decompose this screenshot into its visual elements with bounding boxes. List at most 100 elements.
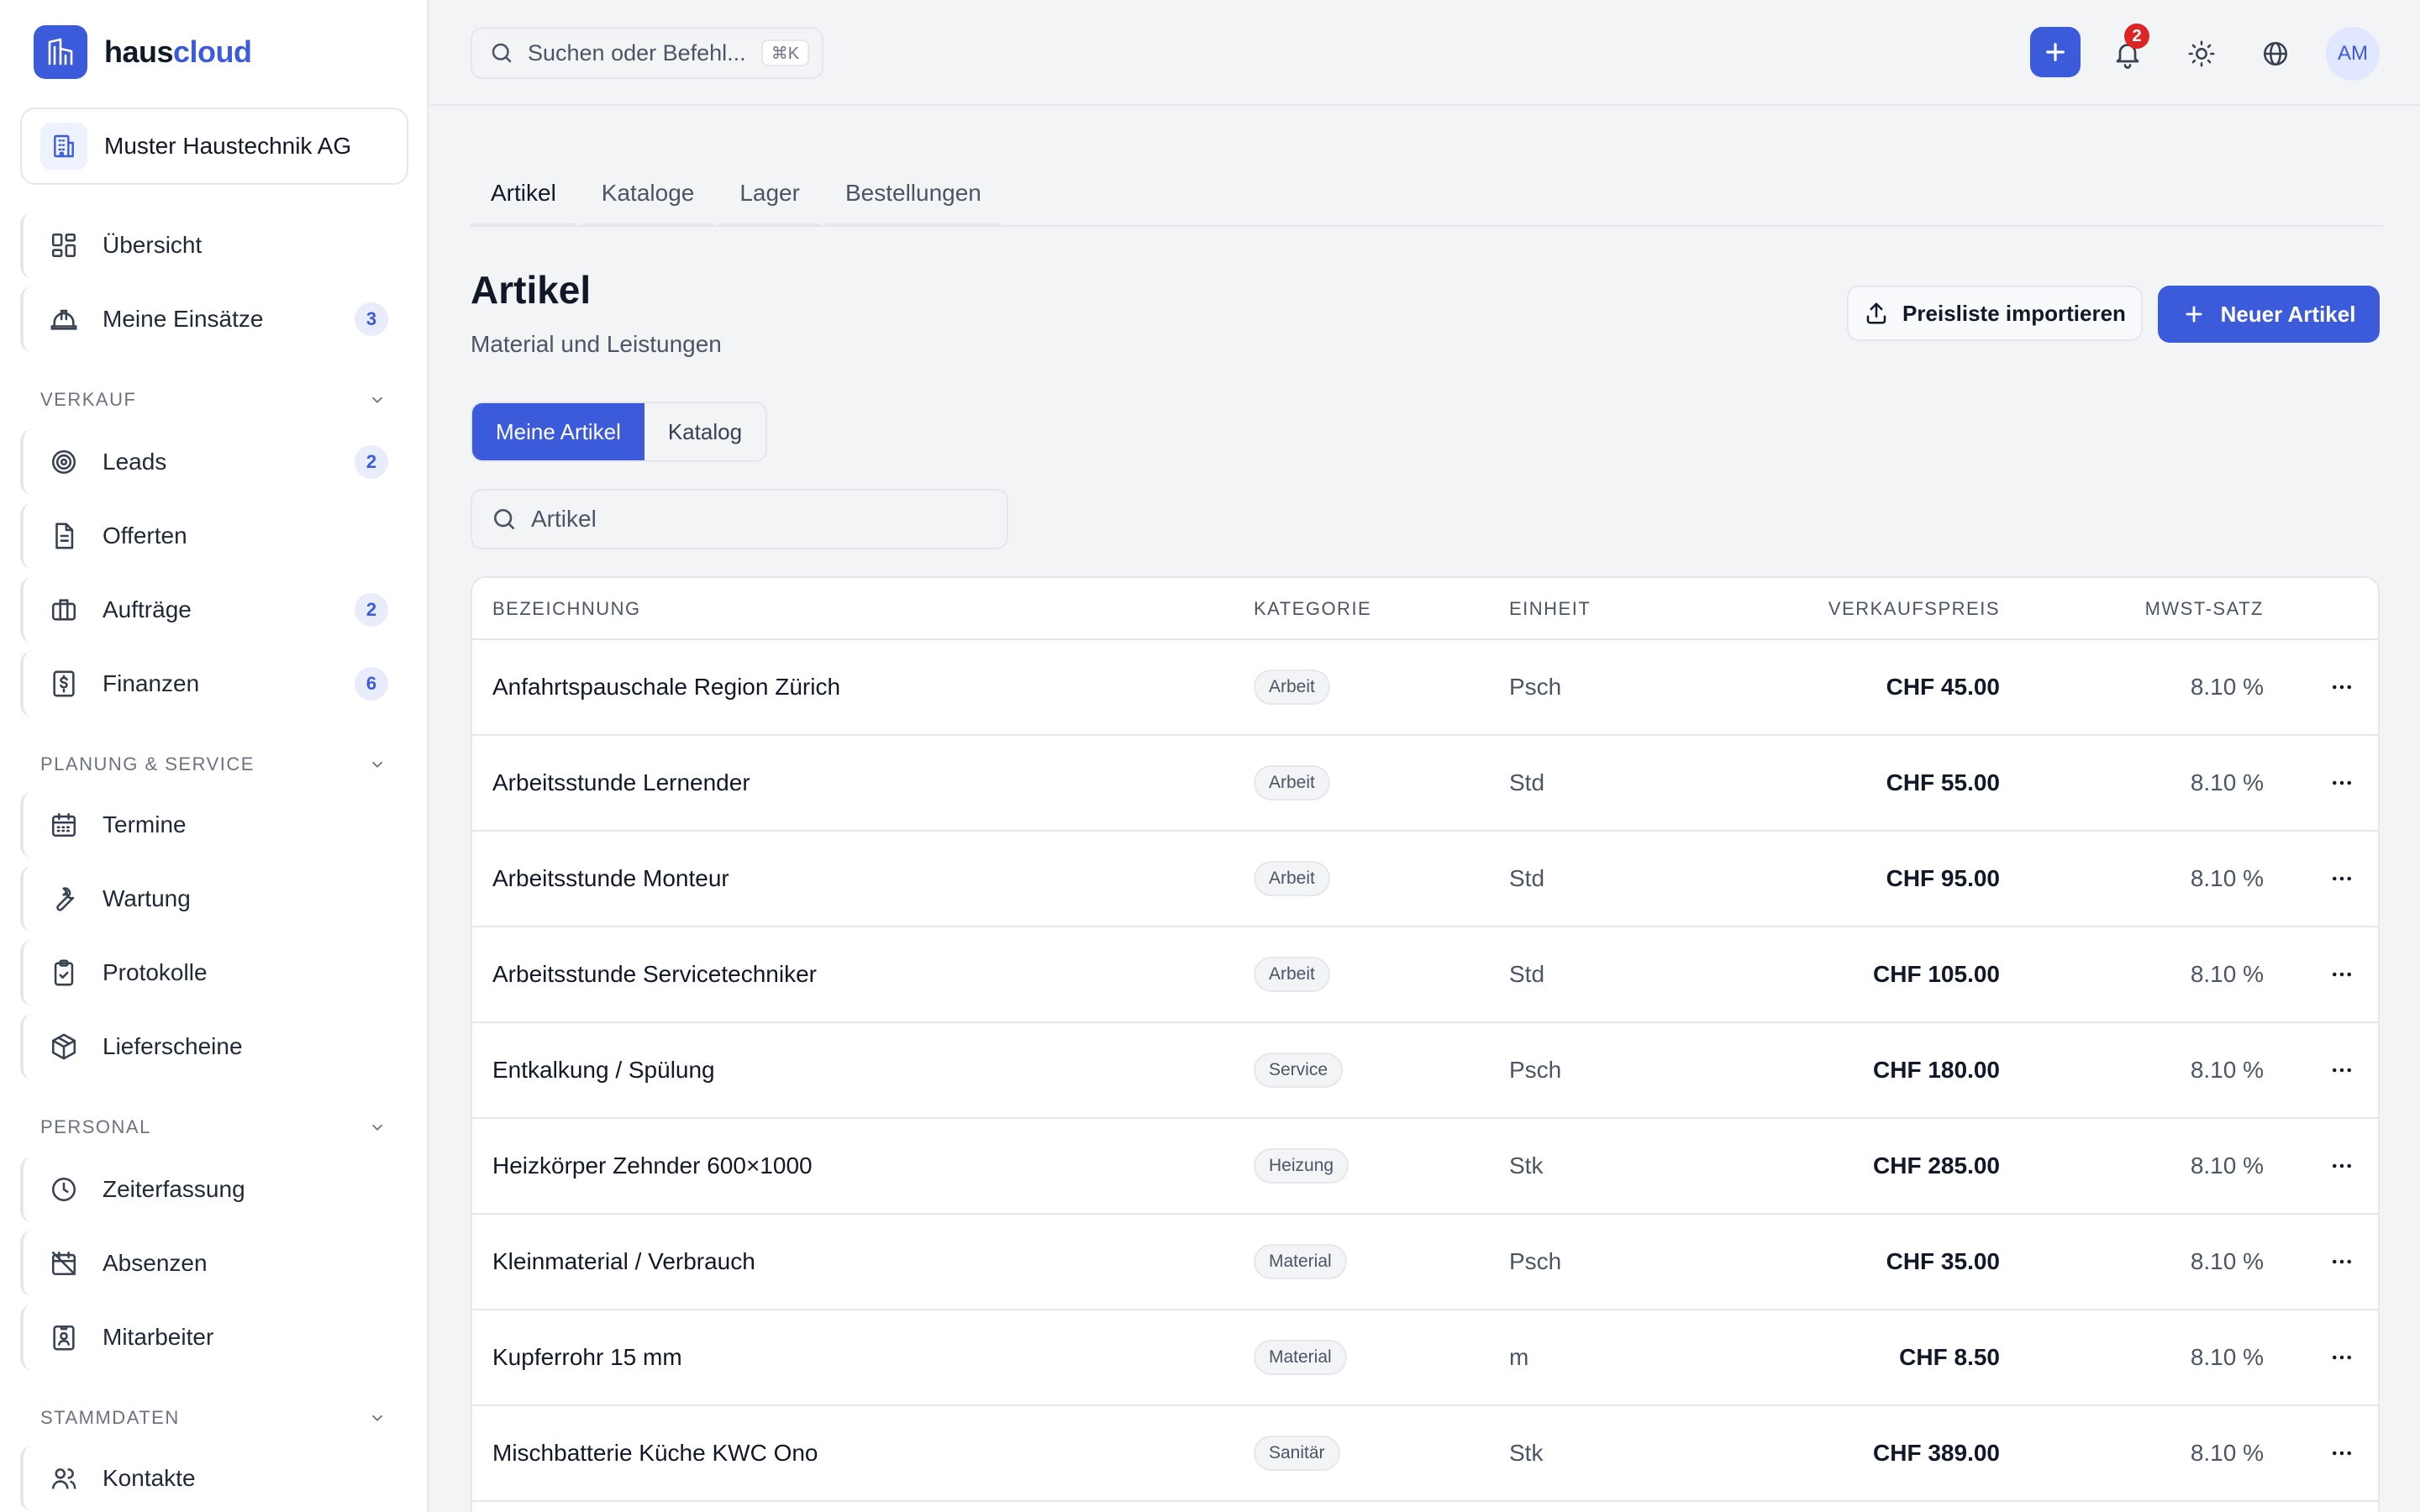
briefcase-icon: [47, 593, 81, 627]
section-title: VERKAUF: [40, 389, 137, 410]
theme-toggle-button[interactable]: [2176, 29, 2227, 79]
chevron-down-icon: [368, 391, 387, 409]
button-label: Preisliste importieren: [1902, 300, 2126, 326]
sidebar-item-meine-einsaetze[interactable]: Meine Einsätze 3: [20, 286, 408, 352]
segment-meine-artikel[interactable]: Meine Artikel: [472, 403, 644, 460]
row-actions-button[interactable]: [2321, 1406, 2363, 1500]
row-actions-button[interactable]: [2321, 832, 2363, 926]
building-icon: [40, 123, 87, 170]
tab-lager[interactable]: Lager: [719, 165, 820, 227]
section-planung-service[interactable]: PLANUNG & SERVICE: [40, 748, 387, 781]
sidebar-item-label: Protokolle: [103, 959, 208, 985]
count-badge: 3: [355, 302, 388, 336]
table-row[interactable]: Entkalkung / Spülung Service Psch CHF 18…: [472, 1023, 2378, 1119]
row-actions-button[interactable]: [2321, 736, 2363, 830]
chevron-down-icon: [368, 755, 387, 774]
sidebar-item-protokolle[interactable]: Protokolle: [20, 940, 408, 1005]
article-name: Heizkörper Zehnder 600×1000: [492, 1152, 813, 1179]
sidebar-item-kontakte[interactable]: Kontakte: [20, 1446, 408, 1511]
more-horizontal-icon: [2329, 1345, 2354, 1370]
table-row[interactable]: Mischbatterie Küche KWC Ono Sanitär Stk …: [472, 1406, 2378, 1502]
table-row[interactable]: Kleinmaterial / Verbrauch Material Psch …: [472, 1215, 2378, 1310]
sidebar-item-finanzen[interactable]: Finanzen 6: [20, 651, 408, 717]
sidebar-item-label: Lieferscheine: [103, 1033, 243, 1059]
section-stammdaten[interactable]: STAMMDATEN: [40, 1401, 387, 1435]
article-price: CHF 389.00: [1873, 1440, 2000, 1466]
user-avatar[interactable]: AM: [2326, 27, 2380, 81]
language-button[interactable]: [2250, 29, 2301, 79]
chevron-down-icon: [368, 1409, 387, 1427]
row-actions-button[interactable]: [2321, 1310, 2363, 1404]
sidebar-item-mitarbeiter[interactable]: Mitarbeiter: [20, 1305, 408, 1370]
sidebar-item-termine[interactable]: Termine: [20, 792, 408, 858]
article-unit: Std: [1509, 769, 1545, 795]
article-name: Entkalkung / Spülung: [492, 1057, 715, 1083]
notification-count-badge: 2: [2124, 24, 2149, 49]
sun-icon: [2187, 39, 2216, 68]
table-row[interactable]: Kupferrohr 15 mm Material m CHF 8.50 8.1…: [472, 1310, 2378, 1406]
column-header-unit[interactable]: EINHEIT: [1509, 598, 1591, 620]
more-horizontal-icon: [2329, 962, 2354, 987]
article-unit: Stk: [1509, 1152, 1544, 1179]
category-badge: Arbeit: [1254, 669, 1330, 705]
article-name: Mischbatterie Küche KWC Ono: [492, 1440, 818, 1466]
table-row[interactable]: Anfahrtspauschale Region Zürich Arbeit P…: [472, 640, 2378, 736]
more-horizontal-icon: [2329, 675, 2354, 700]
sidebar-item-label: Wartung: [103, 885, 191, 911]
row-actions-button[interactable]: [2321, 1119, 2363, 1213]
logo-icon: [34, 25, 87, 79]
table-row[interactable]: Heizkörper Zehnder 600×1000 Heizung Stk …: [472, 1119, 2378, 1215]
shortcut-hint: ⌘K: [760, 39, 810, 66]
tab-artikel[interactable]: Artikel: [471, 165, 576, 227]
table-row[interactable]: Arbeitsstunde Monteur Arbeit Std CHF 95.…: [472, 832, 2378, 927]
sidebar-item-lieferscheine[interactable]: Lieferscheine: [20, 1014, 408, 1079]
column-header-name[interactable]: BEZEICHNUNG: [492, 598, 641, 620]
article-unit: m: [1509, 1344, 1529, 1370]
tab-bestellungen[interactable]: Bestellungen: [824, 165, 1002, 227]
section-personal[interactable]: PERSONAL: [40, 1110, 387, 1144]
sidebar-item-wartung[interactable]: Wartung: [20, 866, 408, 932]
clock-icon: [47, 1173, 81, 1206]
column-header-price[interactable]: VERKAUFSPREIS: [1828, 598, 2000, 620]
sidebar-item-zeiterfassung[interactable]: Zeiterfassung: [20, 1157, 408, 1222]
new-article-button[interactable]: Neuer Artikel: [2158, 286, 2380, 343]
row-actions-button[interactable]: [2321, 1023, 2363, 1117]
sidebar-item-label: Mitarbeiter: [103, 1324, 214, 1350]
article-unit: Stk: [1509, 1440, 1544, 1466]
table-row[interactable]: Arbeitsstunde Servicetechniker Arbeit St…: [472, 927, 2378, 1023]
category-badge: Material: [1254, 1340, 1347, 1375]
row-actions-button[interactable]: [2321, 927, 2363, 1021]
row-actions-button[interactable]: [2321, 1215, 2363, 1309]
dashboard-icon: [47, 228, 81, 262]
notifications-button[interactable]: 2: [2102, 24, 2153, 79]
sidebar-item-uebersicht[interactable]: Übersicht: [20, 213, 408, 278]
company-switcher[interactable]: Muster Haustechnik AG: [20, 108, 408, 185]
category-badge: Heizung: [1254, 1148, 1349, 1184]
row-actions-button[interactable]: [2321, 640, 2363, 734]
category-badge: Material: [1254, 1244, 1347, 1279]
article-price: CHF 105.00: [1873, 961, 2000, 987]
sidebar-item-offerten[interactable]: Offerten: [20, 503, 408, 569]
segment-katalog[interactable]: Katalog: [644, 403, 765, 460]
count-badge: 6: [355, 667, 388, 701]
app-logo[interactable]: hauscloud: [34, 25, 252, 79]
calendar-off-icon: [47, 1247, 81, 1280]
sidebar-item-auftraege[interactable]: Aufträge 2: [20, 577, 408, 643]
command-search[interactable]: Suchen oder Befehl... ⌘K: [471, 27, 823, 79]
quick-add-button[interactable]: [2030, 27, 2081, 77]
search-icon: [489, 40, 514, 66]
article-vat: 8.10 %: [2190, 1152, 2264, 1179]
article-unit: Psch: [1509, 674, 1562, 700]
article-vat: 8.10 %: [2190, 674, 2264, 700]
column-header-vat[interactable]: MWST-SATZ: [2145, 598, 2264, 620]
section-verkauf[interactable]: VERKAUF: [40, 383, 387, 417]
article-search-input[interactable]: [531, 506, 985, 533]
column-header-category[interactable]: KATEGORIE: [1254, 598, 1371, 620]
import-pricelist-button[interactable]: Preisliste importieren: [1847, 286, 2143, 341]
sidebar-item-label: Finanzen: [103, 670, 200, 696]
section-title: PERSONAL: [40, 1116, 151, 1137]
tab-kataloge[interactable]: Kataloge: [581, 165, 715, 227]
sidebar-item-absenzen[interactable]: Absenzen: [20, 1231, 408, 1296]
table-row[interactable]: Arbeitsstunde Lernender Arbeit Std CHF 5…: [472, 736, 2378, 832]
sidebar-item-leads[interactable]: Leads 2: [20, 429, 408, 495]
